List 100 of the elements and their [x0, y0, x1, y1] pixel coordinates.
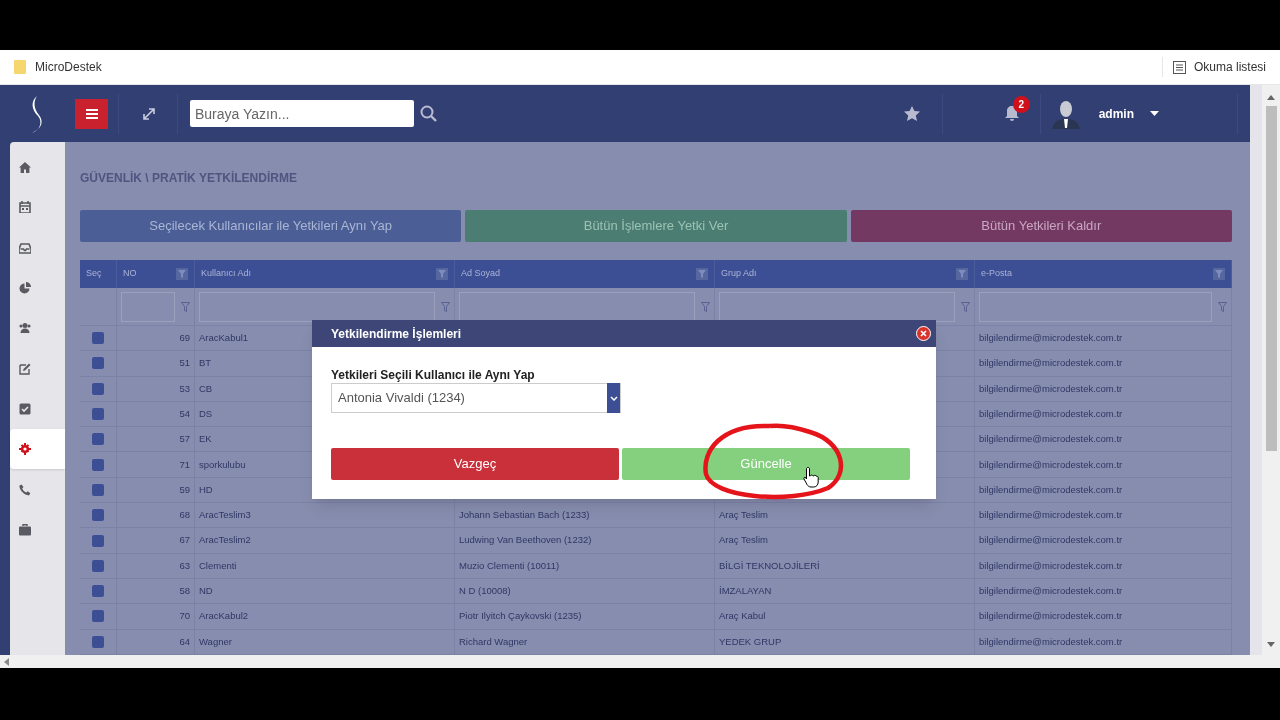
row-checkbox[interactable]	[92, 408, 104, 421]
cancel-button[interactable]: Vazgeç	[331, 448, 619, 480]
table-cell: bilgilendirme@microdestek.com.tr	[979, 356, 1123, 371]
table-cell: Richard Wagner	[459, 634, 528, 649]
table-cell: bilgilendirme@microdestek.com.tr	[979, 508, 1123, 523]
table-cell: Araç Teslim	[719, 533, 768, 548]
column-filter-icon[interactable]	[436, 268, 448, 280]
checkbox-icon	[19, 402, 31, 415]
search-icon[interactable]	[420, 105, 437, 122]
reading-list-button[interactable]: Okuma listesi	[1172, 58, 1266, 76]
table-cell-text: İMZALAYAN	[719, 584, 772, 598]
table-cell-text: bilgilendirme@microdestek.com.tr	[979, 331, 1123, 345]
expand-button[interactable]	[141, 105, 157, 122]
column-header: Kullanıcı Adı	[201, 267, 253, 281]
row-checkbox[interactable]	[92, 357, 104, 370]
table-cell: 67	[179, 533, 190, 548]
filter-icon[interactable]	[441, 301, 450, 312]
filter-icon[interactable]	[1218, 301, 1227, 312]
row-checkbox[interactable]	[92, 534, 104, 547]
filter-icon[interactable]	[701, 301, 710, 312]
star-icon[interactable]	[903, 106, 920, 121]
table-cell: 71	[179, 457, 190, 472]
table-cell: Muzio Clementi (10011)	[459, 558, 560, 573]
table-cell-text: bilgilendirme@microdestek.com.tr	[979, 482, 1123, 497]
column-header: Ad Soyad	[461, 267, 502, 281]
bell-icon[interactable]	[1003, 105, 1020, 122]
caret-icon	[1150, 111, 1159, 116]
column-header: NO	[123, 267, 138, 281]
user-select[interactable]: Antonia Vivaldi (1234)	[331, 383, 621, 413]
table-cell: bilgilendirme@microdestek.com.tr	[979, 381, 1123, 396]
user-menu-button[interactable]: admin	[1098, 104, 1159, 123]
row-checkbox[interactable]	[92, 509, 104, 522]
action-button[interactable]: Bütün Yetkileri Kaldır	[850, 210, 1232, 242]
table-cell-text: 69	[179, 331, 190, 345]
close-icon	[920, 330, 927, 337]
scroll-up-icon[interactable]	[1267, 95, 1275, 100]
horizontal-scrollbar[interactable]	[0, 655, 1280, 668]
row-checkbox[interactable]	[92, 382, 104, 395]
table-cell: sporkulubu	[199, 457, 246, 472]
menu-button[interactable]	[75, 98, 108, 129]
filter-icon[interactable]	[181, 301, 190, 312]
breadcrumb: GÜVENLİK \ PRATİK YETKİLENDİRME	[80, 170, 298, 184]
table-cell: bilgilendirme@microdestek.com.tr	[979, 609, 1123, 624]
table-cell: Ludwing Van Beethoven (1232)	[459, 533, 592, 548]
table-cell: Araç Teslim	[719, 508, 768, 523]
table-cell: AracTeslim3	[199, 508, 251, 523]
table-cell: 68	[179, 508, 190, 523]
table-cell: bilgilendirme@microdestek.com.tr	[979, 533, 1123, 548]
row-checkbox[interactable]	[92, 610, 104, 623]
column-filter-icon[interactable]	[176, 268, 188, 280]
column-header: Seç	[86, 267, 103, 281]
table-cell: CB	[199, 381, 213, 396]
filter-icon[interactable]	[961, 301, 970, 312]
table-cell-text: N D (10008)	[459, 584, 511, 598]
pie-chart-icon	[19, 282, 31, 295]
table-cell: bilgilendirme@microdestek.com.tr	[979, 634, 1123, 649]
phone-icon	[19, 483, 31, 496]
table-cell-text: AracKabul1	[199, 331, 249, 345]
chevron-down-icon	[609, 395, 618, 401]
inbox-icon	[19, 241, 31, 254]
row-checkbox[interactable]	[92, 458, 104, 471]
row-checkbox[interactable]	[92, 332, 104, 345]
field-label: Yetkileri Seçili Kullanıcı ile Aynı Yap	[331, 367, 536, 381]
gear-icon	[19, 443, 31, 456]
column-filter-icon[interactable]	[696, 268, 708, 280]
table-cell: EK	[199, 432, 212, 447]
table-cell: bilgilendirme@microdestek.com.tr	[979, 457, 1123, 472]
menu-icon	[85, 108, 98, 119]
table-cell: AracKabul2	[199, 609, 249, 624]
row-checkbox[interactable]	[92, 433, 104, 446]
scroll-down-icon[interactable]	[1267, 642, 1275, 647]
scroll-left-icon[interactable]	[4, 657, 9, 666]
column-filter-icon[interactable]	[956, 268, 968, 280]
table-cell-text: DS	[199, 406, 213, 421]
table-cell: bilgilendirme@microdestek.com.tr	[979, 432, 1123, 447]
table-cell-text: ND	[199, 584, 213, 598]
calendar-icon	[19, 201, 31, 214]
table-cell: 53	[179, 381, 190, 396]
table-cell: AracTeslim2	[199, 533, 251, 548]
expand-icon	[143, 107, 155, 120]
notification-badge: 2	[1012, 96, 1030, 113]
action-button[interactable]: Seçilecek Kullanıcılar ile Yetkileri Aynı Yap	[80, 210, 462, 242]
column-header: Grup Adı	[721, 267, 758, 281]
close-button[interactable]	[916, 326, 931, 341]
column-filter-icon[interactable]	[1213, 268, 1225, 280]
table-cell: Araç Kabul	[719, 609, 766, 624]
table-cell: BİLGİ TEKNOLOJİLERİ	[719, 558, 820, 573]
table-cell-text: bilgilendirme@microdestek.com.tr	[979, 584, 1123, 598]
scrollbar[interactable]	[1262, 85, 1280, 655]
row-checkbox[interactable]	[92, 635, 104, 648]
row-checkbox[interactable]	[92, 483, 104, 496]
sidebar-item[interactable]	[10, 429, 65, 470]
table-cell-text: 58	[179, 584, 190, 598]
row-checkbox[interactable]	[92, 559, 104, 572]
search-field[interactable]: Buraya Yazın...	[190, 100, 414, 127]
browser-tab-title: MicroDestek	[35, 59, 102, 76]
row-checkbox[interactable]	[92, 585, 104, 598]
table-cell: YEDEK GRUP	[719, 634, 782, 649]
table-cell: Johann Sebastian Bach (1233)	[459, 508, 590, 523]
dialog-title: Yetkilendirme İşlemleri	[331, 325, 462, 343]
